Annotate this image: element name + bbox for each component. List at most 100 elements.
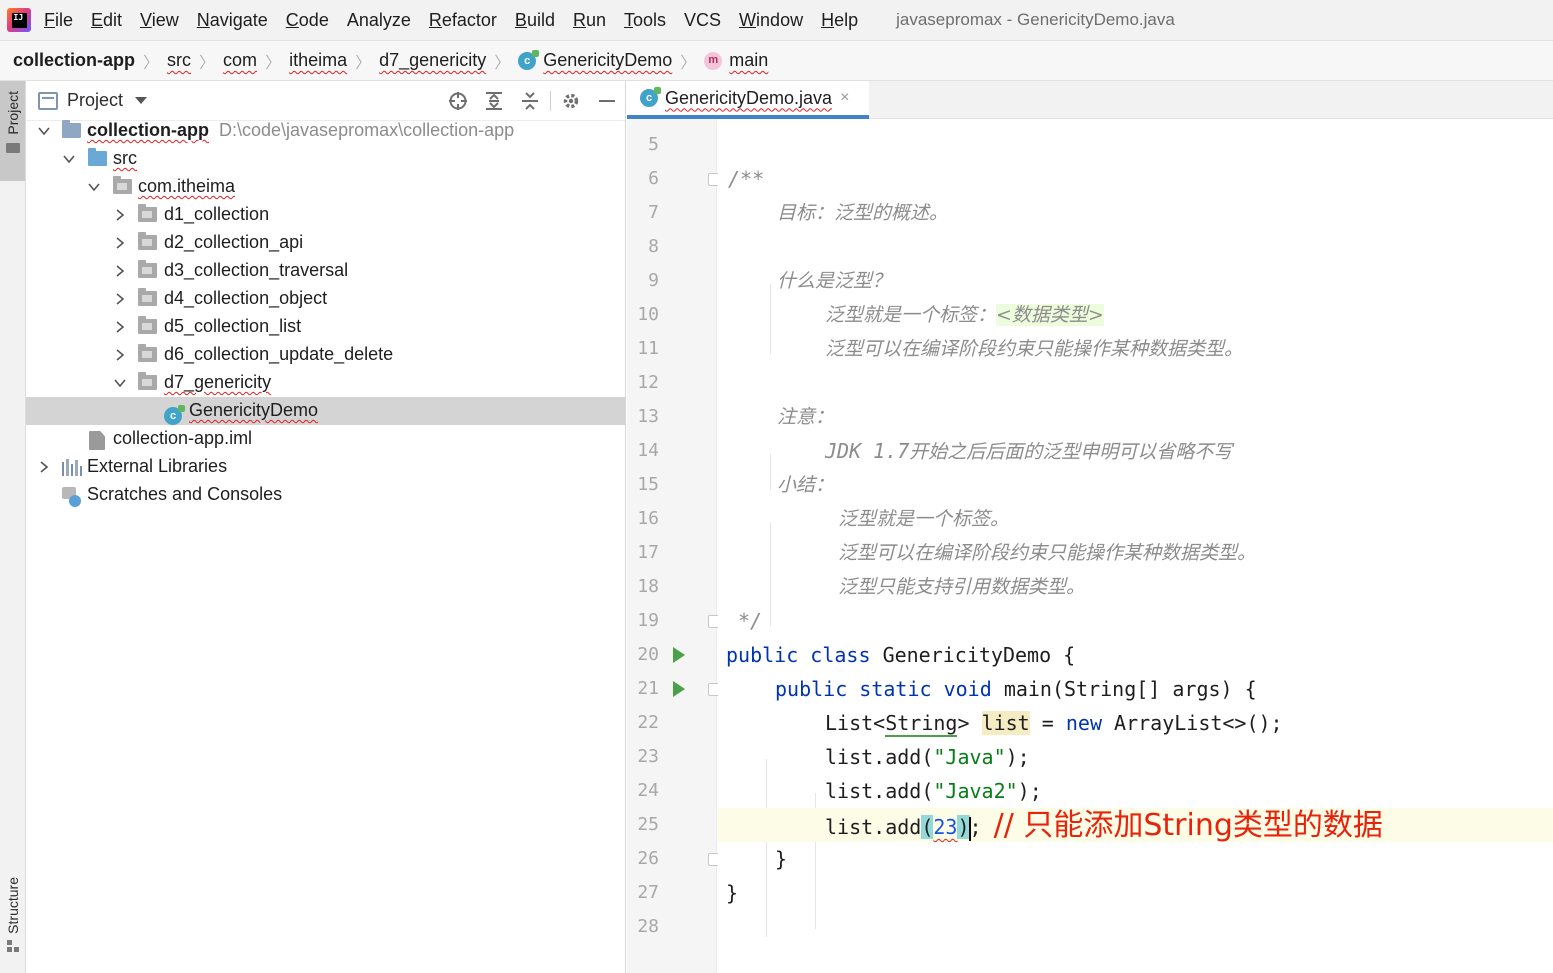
settings-button[interactable]: [553, 81, 589, 121]
tree-item-label: src: [113, 148, 137, 168]
menu-item[interactable]: File: [44, 10, 73, 31]
hide-panel-button[interactable]: [589, 81, 625, 121]
chevron-down-icon[interactable]: [113, 376, 127, 390]
code-token: list.add(: [825, 745, 934, 769]
line-number: 16: [637, 508, 659, 529]
chevron-down-icon[interactable]: [87, 180, 101, 194]
tree-item-package[interactable]: com.itheima: [26, 173, 625, 201]
menu-item[interactable]: Code: [286, 10, 329, 31]
line-number: 25: [637, 814, 659, 835]
line-number: 20: [637, 644, 659, 665]
structure-tool-tab[interactable]: Structure: [0, 877, 25, 973]
tree-item-external-libraries[interactable]: External Libraries: [26, 453, 625, 481]
collapse-all-button[interactable]: [512, 81, 548, 121]
tree-item-iml[interactable]: collection-app.iml: [26, 425, 625, 453]
breadcrumb-src[interactable]: src: [167, 50, 191, 71]
chevron-down-icon[interactable]: [62, 152, 76, 166]
tree-item-src[interactable]: src: [26, 145, 625, 173]
menu-mnemonic: V: [140, 9, 152, 30]
tree-item-d7-genericity[interactable]: d7_genericity: [26, 369, 625, 397]
toolbar-divider: [550, 91, 551, 111]
package-icon: [138, 204, 157, 222]
gear-icon: [563, 93, 579, 109]
breadcrumb-com[interactable]: com: [223, 50, 257, 71]
folder-icon: [5, 142, 20, 153]
chevron-right-icon[interactable]: [37, 460, 51, 474]
package-icon: [113, 176, 132, 194]
locate-file-button[interactable]: [440, 81, 476, 121]
chevron-right-icon[interactable]: [113, 208, 127, 222]
breadcrumb-class[interactable]: c GenericityDemo: [518, 49, 673, 71]
comment-text: 注意：: [777, 406, 835, 428]
menu-item[interactable]: Navigate: [197, 10, 268, 31]
chevron-right-icon[interactable]: [113, 320, 127, 334]
menu-label: dit: [103, 9, 123, 30]
menu-label: efactor: [441, 9, 497, 30]
menu-item[interactable]: Help: [821, 10, 858, 31]
expand-all-button[interactable]: [476, 81, 512, 121]
chevron-right-icon[interactable]: [113, 264, 127, 278]
tree-item-genericitydemo[interactable]: c GenericityDemo: [26, 397, 625, 425]
breadcrumb-project[interactable]: collection-app: [13, 50, 135, 71]
menu-item[interactable]: Refactor: [429, 10, 497, 31]
breadcrumb-class-label: GenericityDemo: [543, 50, 673, 70]
menu-item[interactable]: VCS: [684, 10, 721, 31]
code-line-7: 目标：泛型的概述。: [718, 196, 1553, 230]
paren: (: [921, 815, 934, 839]
menu-item[interactable]: Edit: [91, 10, 122, 31]
tree-item-folder[interactable]: d5_collection_list: [26, 313, 625, 341]
code-line-23: list.add("Java");: [718, 740, 1553, 774]
line-number: 24: [637, 780, 659, 801]
code-line-9: 什么是泛型？: [718, 264, 1553, 298]
menu-item[interactable]: Window: [739, 10, 803, 31]
menu-label: ools: [633, 9, 667, 30]
line-number: 8: [648, 236, 659, 257]
tree-item-project-root[interactable]: collection-app D:\code\javasepromax\colle…: [26, 117, 625, 145]
package-icon: [138, 372, 157, 390]
comment-text: 泛型只能支持引用数据类型。: [838, 576, 1086, 598]
chevron-right-icon[interactable]: [113, 292, 127, 306]
code-area[interactable]: /** 目标：泛型的概述。 什么是泛型？ 泛型就是一个标签：<数据类型> 泛型可…: [718, 119, 1553, 973]
close-icon[interactable]: ×: [840, 89, 849, 107]
run-icon[interactable]: [673, 681, 685, 697]
line-number: 13: [637, 406, 659, 427]
package-icon: [138, 344, 157, 362]
menu-item[interactable]: View: [140, 10, 179, 31]
tree-item-folder[interactable]: d2_collection_api: [26, 229, 625, 257]
menu-item[interactable]: Tools: [624, 10, 666, 31]
tree-item-folder[interactable]: d6_collection_update_delete: [26, 341, 625, 369]
code-line-11: 泛型可以在编译阶段约束只能操作某种数据类型。: [718, 332, 1553, 366]
source-folder-icon: [88, 148, 107, 166]
chevron-down-icon[interactable]: [37, 124, 51, 138]
line-number: 7: [648, 202, 659, 223]
expand-all-icon: [486, 92, 502, 110]
tree-item-folder[interactable]: d1_collection: [26, 201, 625, 229]
run-icon[interactable]: [673, 647, 685, 663]
code-token: =: [1029, 711, 1066, 735]
menu-mnemonic: N: [196, 9, 210, 30]
menu-item[interactable]: Analyze: [347, 10, 411, 31]
breadcrumb-package[interactable]: d7_genericity: [379, 50, 486, 71]
breadcrumb-itheima[interactable]: itheima: [289, 50, 347, 71]
menu-item[interactable]: Run: [573, 10, 606, 31]
dropdown-caret-icon[interactable]: [135, 97, 148, 104]
code-line-21: public static void main(String[] args) {: [718, 672, 1553, 706]
editor-tab-genericitydemo[interactable]: c GenericityDemo.java ×: [627, 81, 869, 119]
editor-gutter: 5 6 7 8 9 10 11 12 13 14 15 16 17 18 19 20 21 22 23 24 25 26 2…: [627, 119, 721, 973]
code-token: List<: [825, 711, 886, 735]
menu-item[interactable]: Build: [515, 10, 555, 31]
project-panel-title[interactable]: Project: [67, 90, 123, 111]
chevron-right-icon[interactable]: [113, 348, 127, 362]
tree-item-folder[interactable]: d4_collection_object: [26, 285, 625, 313]
line-number: 18: [637, 576, 659, 597]
scratches-icon: [62, 487, 82, 507]
class-name: GenericityDemo: [882, 643, 1052, 667]
chevron-right-icon[interactable]: [113, 236, 127, 250]
editor-tab-bar: c GenericityDemo.java ×: [627, 81, 1553, 119]
project-tool-tab[interactable]: Project: [0, 81, 25, 181]
breadcrumb-method[interactable]: m main: [704, 50, 768, 71]
tree-item-folder[interactable]: d3_collection_traversal: [26, 257, 625, 285]
tree-item-scratches[interactable]: Scratches and Consoles: [26, 481, 625, 509]
annotation-note: // 只能添加String类型的数据: [993, 808, 1383, 843]
code-token: list.add(: [825, 779, 934, 803]
